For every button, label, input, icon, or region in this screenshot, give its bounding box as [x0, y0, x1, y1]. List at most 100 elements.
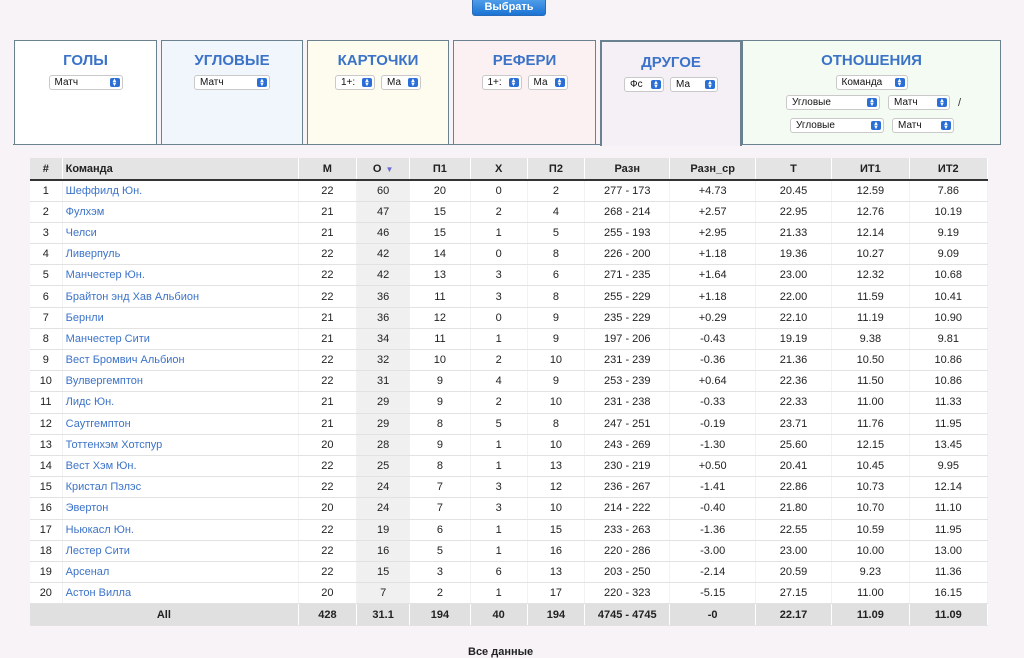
cell-it2: 13.45 [909, 434, 989, 456]
cell-matches: 22 [298, 455, 358, 478]
cell-team[interactable]: Бернли [62, 307, 299, 329]
cell-diff: 253 - 239 [584, 370, 671, 393]
numerator-stat-select[interactable]: Угловые ▲ ▼ [786, 95, 880, 110]
cell-matches: 22 [298, 370, 358, 393]
cell-team[interactable]: Челси [62, 222, 299, 245]
table-row: 17 Ньюкасл Юн. 22 19 6 1 15 233 - 263 -1.36 22.55… [30, 519, 989, 541]
cell-wins: 15 [409, 222, 471, 245]
select-value: Матч [898, 120, 922, 131]
cell-points: 42 [356, 264, 411, 287]
cell-matches: 22 [298, 519, 358, 541]
subject-select[interactable]: Команда ▲ ▼ [835, 75, 908, 90]
column-header-team[interactable]: Команда [62, 158, 299, 181]
cell-wins: 2 [409, 582, 471, 605]
cell-draws: 3 [470, 476, 528, 499]
cell-diff-avg: +1.18 [669, 285, 756, 308]
total-cell: -0 [669, 603, 756, 627]
column-header-total[interactable]: Т [755, 158, 833, 181]
card-type-select[interactable]: 1+: ▲ ▼ [481, 75, 522, 90]
cell-points: 29 [356, 413, 411, 435]
tab-corners[interactable]: УГЛОВЫЕ Матч ▲ ▼ [161, 40, 303, 144]
cell-points: 7 [356, 582, 411, 605]
column-header-wins[interactable]: П1 [409, 158, 471, 181]
denominator-stat-select[interactable]: Угловые ▲ ▼ [790, 118, 884, 133]
cell-team[interactable]: Саутгемптон [62, 413, 299, 435]
cell-points: 19 [356, 519, 411, 541]
cell-diff: 277 - 173 [584, 180, 671, 202]
cell-team[interactable]: Арсенал [62, 561, 299, 584]
tab-cards[interactable]: КАРТОЧКИ 1+: ▲ ▼ Ма ▲ ▼ [307, 40, 449, 144]
select-value: Матч [894, 97, 918, 108]
cell-matches: 22 [298, 243, 358, 266]
cell-team[interactable]: Шеффилд Юн. [62, 180, 299, 202]
cell-total: 21.80 [755, 497, 833, 520]
column-header-matches[interactable]: М [298, 158, 358, 181]
cell-points: 15 [356, 561, 411, 584]
card-type-select[interactable]: 1+: ▲ ▼ [335, 75, 375, 90]
tab-goals[interactable]: ГОЛЫ Матч ▲ ▼ [14, 40, 157, 144]
cell-team[interactable]: Вест Хэм Юн. [62, 455, 299, 478]
column-header-rank[interactable]: # [30, 158, 63, 181]
cell-team[interactable]: Вулвергемптон [62, 370, 299, 393]
cell-team[interactable]: Фулхэм [62, 201, 299, 223]
cell-losses: 13 [527, 561, 586, 584]
total-cell: 31.1 [356, 603, 411, 627]
chevron-updown-icon: ▲ ▼ [554, 78, 565, 88]
table-row: 1 Шеффилд Юн. 22 60 20 0 2 277 - 173 +4.73 20.45 1… [30, 180, 989, 202]
cell-team[interactable]: Манчестер Юн. [62, 264, 299, 287]
cell-team[interactable]: Астон Вилла [62, 582, 299, 605]
column-header-losses[interactable]: П2 [527, 158, 586, 181]
column-header-it1[interactable]: ИТ1 [831, 158, 910, 181]
cell-team[interactable]: Лидс Юн. [62, 391, 299, 414]
column-header-diff[interactable]: Разн [584, 158, 671, 181]
column-header-points[interactable]: О ▼ [356, 158, 411, 181]
cell-matches: 20 [298, 582, 358, 605]
select-value: Ма [387, 77, 402, 88]
cell-it2: 9.09 [909, 243, 989, 266]
cell-rank: 12 [30, 413, 63, 435]
cell-diff: 255 - 193 [584, 222, 671, 245]
denominator-period-select[interactable]: Матч ▲ ▼ [892, 118, 954, 133]
cell-losses: 8 [527, 243, 586, 266]
cell-draws: 3 [470, 285, 528, 308]
column-header-draws[interactable]: Х [470, 158, 528, 181]
cell-it1: 11.00 [831, 582, 910, 605]
cell-team[interactable]: Брайтон энд Хав Альбион [62, 285, 299, 308]
cell-rank: 13 [30, 434, 63, 456]
numerator-period-select[interactable]: Матч ▲ ▼ [888, 95, 950, 110]
chevron-updown-icon: ▲ ▼ [941, 121, 951, 131]
cell-points: 34 [356, 328, 411, 351]
tab-other[interactable]: ДРУГОЕ Фс ▲ ▼ Ма ▲ ▼ [600, 40, 742, 146]
period-select[interactable]: Ма ▲ ▼ [527, 75, 568, 90]
cell-team[interactable]: Ливерпуль [62, 243, 299, 266]
cell-losses: 9 [527, 307, 586, 329]
chevron-updown-icon: ▲ ▼ [362, 78, 372, 88]
table-row: 16 Эвертон 20 24 7 3 10 214 - 222 -0.40 21.80 10.7… [30, 497, 989, 520]
cell-losses: 8 [527, 413, 586, 435]
cell-team[interactable]: Тоттенхэм Хотспур [62, 434, 299, 456]
stat-select[interactable]: Фс ▲ ▼ [624, 77, 664, 92]
cell-team[interactable]: Лестер Сити [62, 540, 299, 562]
period-select[interactable]: Матч ▲ ▼ [194, 75, 270, 90]
tab-title: ОТНОШЕНИЯ [821, 52, 922, 69]
cell-team[interactable]: Вест Бромвич Альбион [62, 349, 299, 372]
cell-losses: 15 [527, 519, 586, 541]
cell-team[interactable]: Кристал Пэлэс [62, 476, 299, 499]
cell-team[interactable]: Манчестер Сити [62, 328, 299, 351]
cell-team[interactable]: Эвертон [62, 497, 299, 520]
period-select[interactable]: Матч ▲ ▼ [48, 75, 123, 90]
period-select[interactable]: Ма ▲ ▼ [381, 75, 421, 90]
cell-wins: 12 [409, 307, 471, 329]
cell-team[interactable]: Ньюкасл Юн. [62, 519, 299, 541]
cell-it1: 12.15 [831, 434, 910, 456]
cell-diff: 203 - 250 [584, 561, 671, 584]
column-header-diff-avg[interactable]: Разн_ср [669, 158, 756, 181]
cell-diff-avg: -0.36 [669, 349, 756, 372]
period-select[interactable]: Ма ▲ ▼ [670, 77, 718, 92]
total-cell: 40 [470, 603, 528, 627]
column-header-it2[interactable]: ИТ2 [909, 158, 989, 181]
tab-referee[interactable]: РЕФЕРИ 1+: ▲ ▼ Ма ▲ ▼ [453, 40, 596, 144]
select-button[interactable]: Выбрать [472, 0, 546, 16]
total-cell: 194 [409, 603, 471, 627]
table-row: 6 Брайтон энд Хав Альбион 22 36 11 3 8 255 - 22… [30, 285, 989, 308]
